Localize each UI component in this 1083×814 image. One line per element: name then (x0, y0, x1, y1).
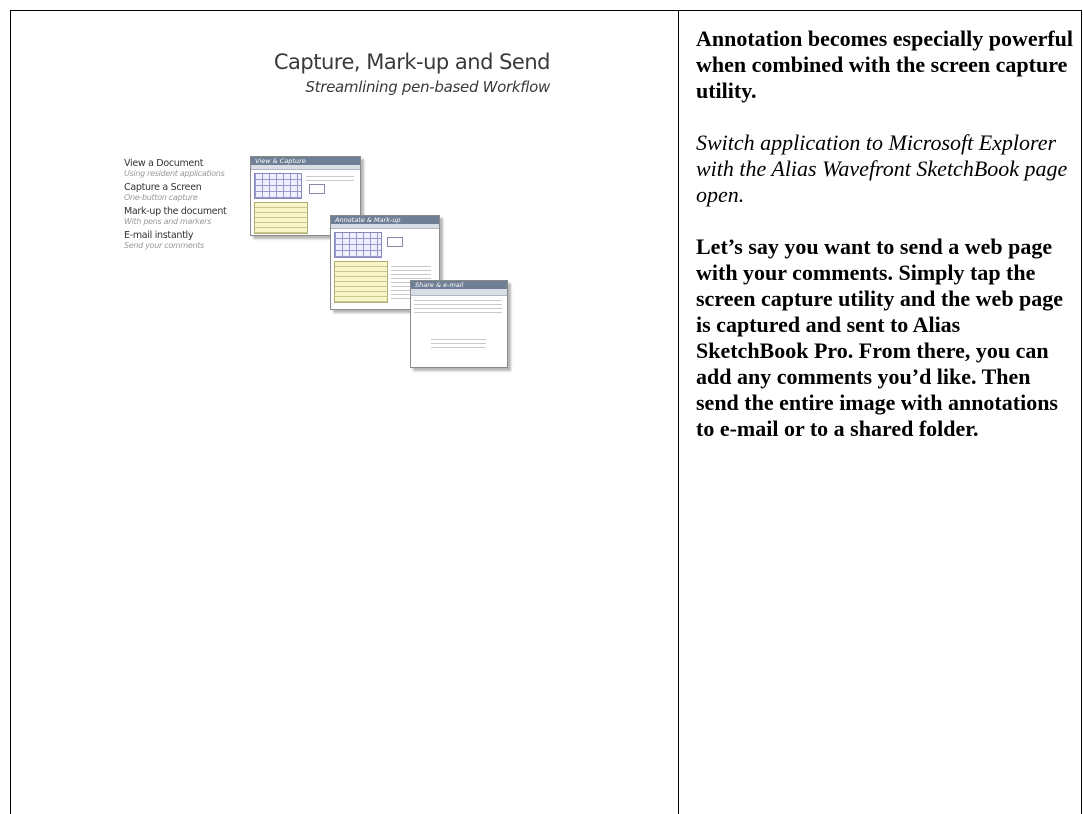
step-title: View a Document (124, 158, 204, 169)
step-subtitle: With pens and markers (124, 217, 211, 226)
step-subtitle: Send your comments (124, 241, 204, 250)
slide-subtitle: Streamlining pen-based Workflow (305, 78, 550, 96)
screenshot-toolbar (411, 289, 507, 296)
screenshot-body (331, 229, 439, 303)
step-item: View a Document Using resident applicati… (124, 158, 264, 178)
step-title: Capture a Screen (124, 182, 202, 193)
screenshot-titlebar: Annotate & Mark-up (331, 216, 439, 224)
calendar-grid (254, 173, 302, 199)
screenshot-titlebar: View & Capture (251, 157, 360, 165)
step-title: Mark-up the document (124, 206, 227, 217)
screenshot-share-email: Share & e-mail (410, 280, 508, 368)
slide-image: Capture, Mark-up and Send Streamlining p… (110, 40, 570, 380)
notes-paragraph-instruction: Switch application to Microsoft Explorer… (696, 130, 1068, 207)
column-divider (678, 10, 679, 814)
thumbnail-box (309, 184, 325, 194)
step-subtitle: One-button capture (124, 193, 198, 202)
screenshot-titlebar: Share & e-mail (411, 281, 507, 289)
calendar-grid (334, 232, 382, 258)
email-body-lines (431, 336, 486, 348)
email-header-lines (414, 299, 502, 313)
screenshot-body (251, 170, 360, 234)
step-item: E-mail instantly Send your comments (124, 230, 264, 250)
notes-cell: Annotation becomes especially powerful w… (696, 26, 1078, 442)
step-item: Capture a Screen One-button capture (124, 182, 264, 202)
text-lines (306, 173, 354, 181)
data-table (334, 261, 388, 303)
screenshot-body (411, 296, 507, 348)
thumbnail-box (387, 237, 403, 247)
slide-title: Capture, Mark-up and Send (273, 50, 551, 74)
step-title: E-mail instantly (124, 230, 194, 241)
step-subtitle: Using resident applications (124, 169, 225, 178)
workflow-steps: View a Document Using resident applicati… (124, 158, 264, 254)
notes-paragraph-intro: Annotation becomes especially powerful w… (696, 26, 1074, 103)
notes-paragraph-detail: Let’s say you want to send a web page wi… (696, 234, 1064, 441)
document-page: Capture, Mark-up and Send Streamlining p… (0, 0, 1083, 814)
step-item: Mark-up the document With pens and marke… (124, 206, 264, 226)
data-table (254, 202, 308, 234)
